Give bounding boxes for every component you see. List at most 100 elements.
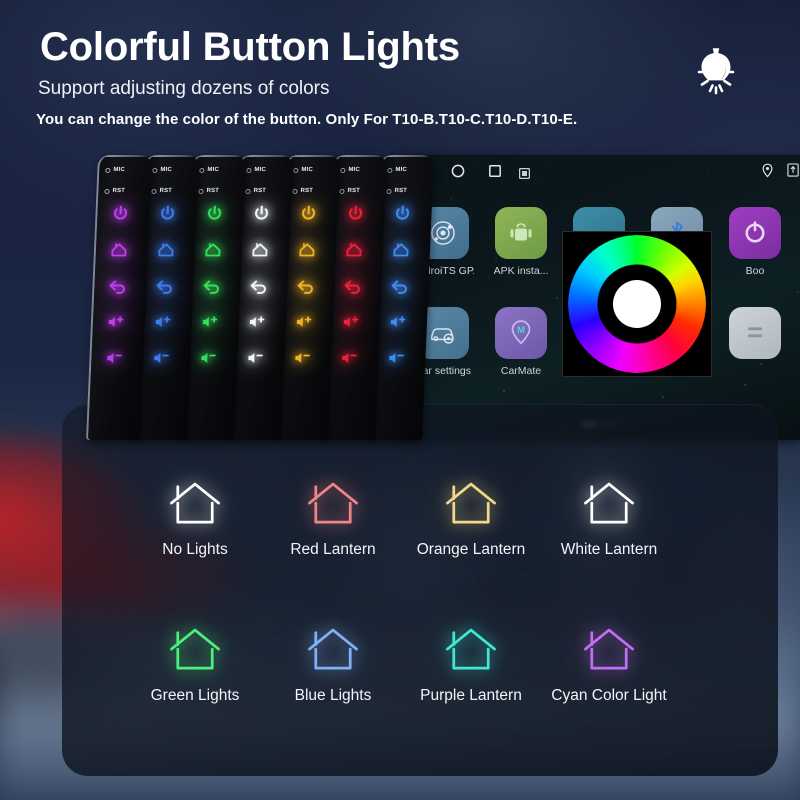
house-outline-icon[interactable] [534,612,684,676]
lantern-option-label: Orange Lantern [416,541,526,558]
rst-text: RST [300,188,314,194]
home-circle-icon[interactable] [450,163,466,179]
rst-indicator-dot [151,188,157,194]
back-icon[interactable] [106,275,129,297]
app-label: APK insta... [493,265,549,277]
house-outline-icon[interactable] [534,466,684,530]
rst-label: RST [198,188,219,194]
apk-installer-icon[interactable] [495,207,547,259]
rst-label: RST [339,188,360,194]
volume-down-icon[interactable] [385,347,408,369]
color-wheel-dialog[interactable] [562,231,712,377]
app-carmate[interactable]: M CarMate [490,307,552,377]
house-outline-icon[interactable] [120,466,270,530]
screenshot-icon[interactable] [518,166,531,180]
mic-indicator-dot [199,167,205,173]
power-icon[interactable] [109,203,132,225]
back-icon[interactable] [200,275,223,297]
rst-text: RST [112,188,126,194]
mic-label: MIC [387,167,407,173]
rst-indicator-dot [104,188,110,194]
boot-icon[interactable] [729,207,781,259]
home-icon[interactable] [155,239,178,261]
carmate-icon[interactable]: M [495,307,547,359]
volume-down-icon[interactable] [197,347,220,369]
mic-label: MIC [105,167,125,173]
lantern-option-label: Purple Lantern [420,687,522,704]
home-icon[interactable] [390,239,413,261]
volume-down-icon[interactable] [150,347,173,369]
power-icon[interactable] [250,203,273,225]
app-boot[interactable]: Boo [724,207,786,277]
color-wheel-center[interactable] [613,280,661,328]
lantern-option[interactable]: Blue Lights [258,612,408,705]
home-icon[interactable] [249,239,272,261]
power-icon[interactable] [391,203,414,225]
volume-up-icon[interactable] [293,311,316,333]
rst-indicator-dot [198,188,204,194]
power-icon[interactable] [297,203,320,225]
lantern-option[interactable]: Cyan Color Light [534,612,684,705]
lantern-option[interactable]: No Lights [120,466,270,559]
signal-icon [787,163,800,183]
rst-text: RST [347,188,361,194]
lantern-option[interactable]: Red Lantern [258,466,408,559]
home-icon[interactable] [202,239,225,261]
volume-up-icon[interactable] [246,311,269,333]
house-outline-icon[interactable] [258,466,408,530]
back-icon[interactable] [247,275,270,297]
volume-up-icon[interactable] [152,311,175,333]
mic-label: MIC [340,167,360,173]
volume-up-icon[interactable] [340,311,363,333]
lantern-option[interactable]: Purple Lantern [396,612,546,705]
house-outline-icon[interactable] [120,612,270,676]
rst-indicator-dot [339,188,345,194]
volume-up-icon[interactable] [387,311,410,333]
svg-text:M: M [517,325,525,335]
home-icon[interactable] [108,239,131,261]
volume-down-icon[interactable] [244,347,267,369]
app-apk-installer[interactable]: APK insta... [490,207,552,277]
grey-app-icon[interactable] [729,307,781,359]
mic-text: MIC [160,167,173,173]
android-navbar [398,155,800,187]
back-icon[interactable] [341,275,364,297]
house-outline-icon[interactable] [396,612,546,676]
power-icon[interactable] [344,203,367,225]
volume-up-icon[interactable] [105,311,128,333]
mic-text: MIC [113,167,126,173]
rst-label: RST [104,188,125,194]
back-icon[interactable] [388,275,411,297]
mic-indicator-dot [105,167,111,173]
volume-up-icon[interactable] [199,311,222,333]
recents-square-icon[interactable] [487,163,503,179]
house-outline-icon[interactable] [396,466,546,530]
back-icon[interactable] [294,275,317,297]
lantern-option-label: Cyan Color Light [551,687,667,704]
rst-label: RST [292,188,313,194]
rst-text: RST [253,188,267,194]
volume-down-icon[interactable] [338,347,361,369]
lantern-option[interactable]: Green Lights [120,612,270,705]
mic-indicator-dot [387,167,393,173]
volume-down-icon[interactable] [103,347,126,369]
app-label: CarMate [500,365,542,377]
mic-indicator-dot [293,167,299,173]
mic-text: MIC [207,167,220,173]
rst-text: RST [206,188,220,194]
home-icon[interactable] [296,239,319,261]
power-icon[interactable] [203,203,226,225]
home-icon[interactable] [343,239,366,261]
rst-label: RST [386,188,407,194]
lantern-option-label: Blue Lights [294,687,372,704]
volume-down-icon[interactable] [291,347,314,369]
house-outline-icon[interactable] [258,612,408,676]
app-grey-app[interactable] [724,307,786,365]
lantern-option[interactable]: White Lantern [534,466,684,559]
rst-label: RST [151,188,172,194]
back-icon[interactable] [153,275,176,297]
mic-label: MIC [293,167,313,173]
power-icon[interactable] [156,203,179,225]
lantern-option[interactable]: Orange Lantern [396,466,546,559]
lantern-option-label: Green Lights [150,687,240,704]
